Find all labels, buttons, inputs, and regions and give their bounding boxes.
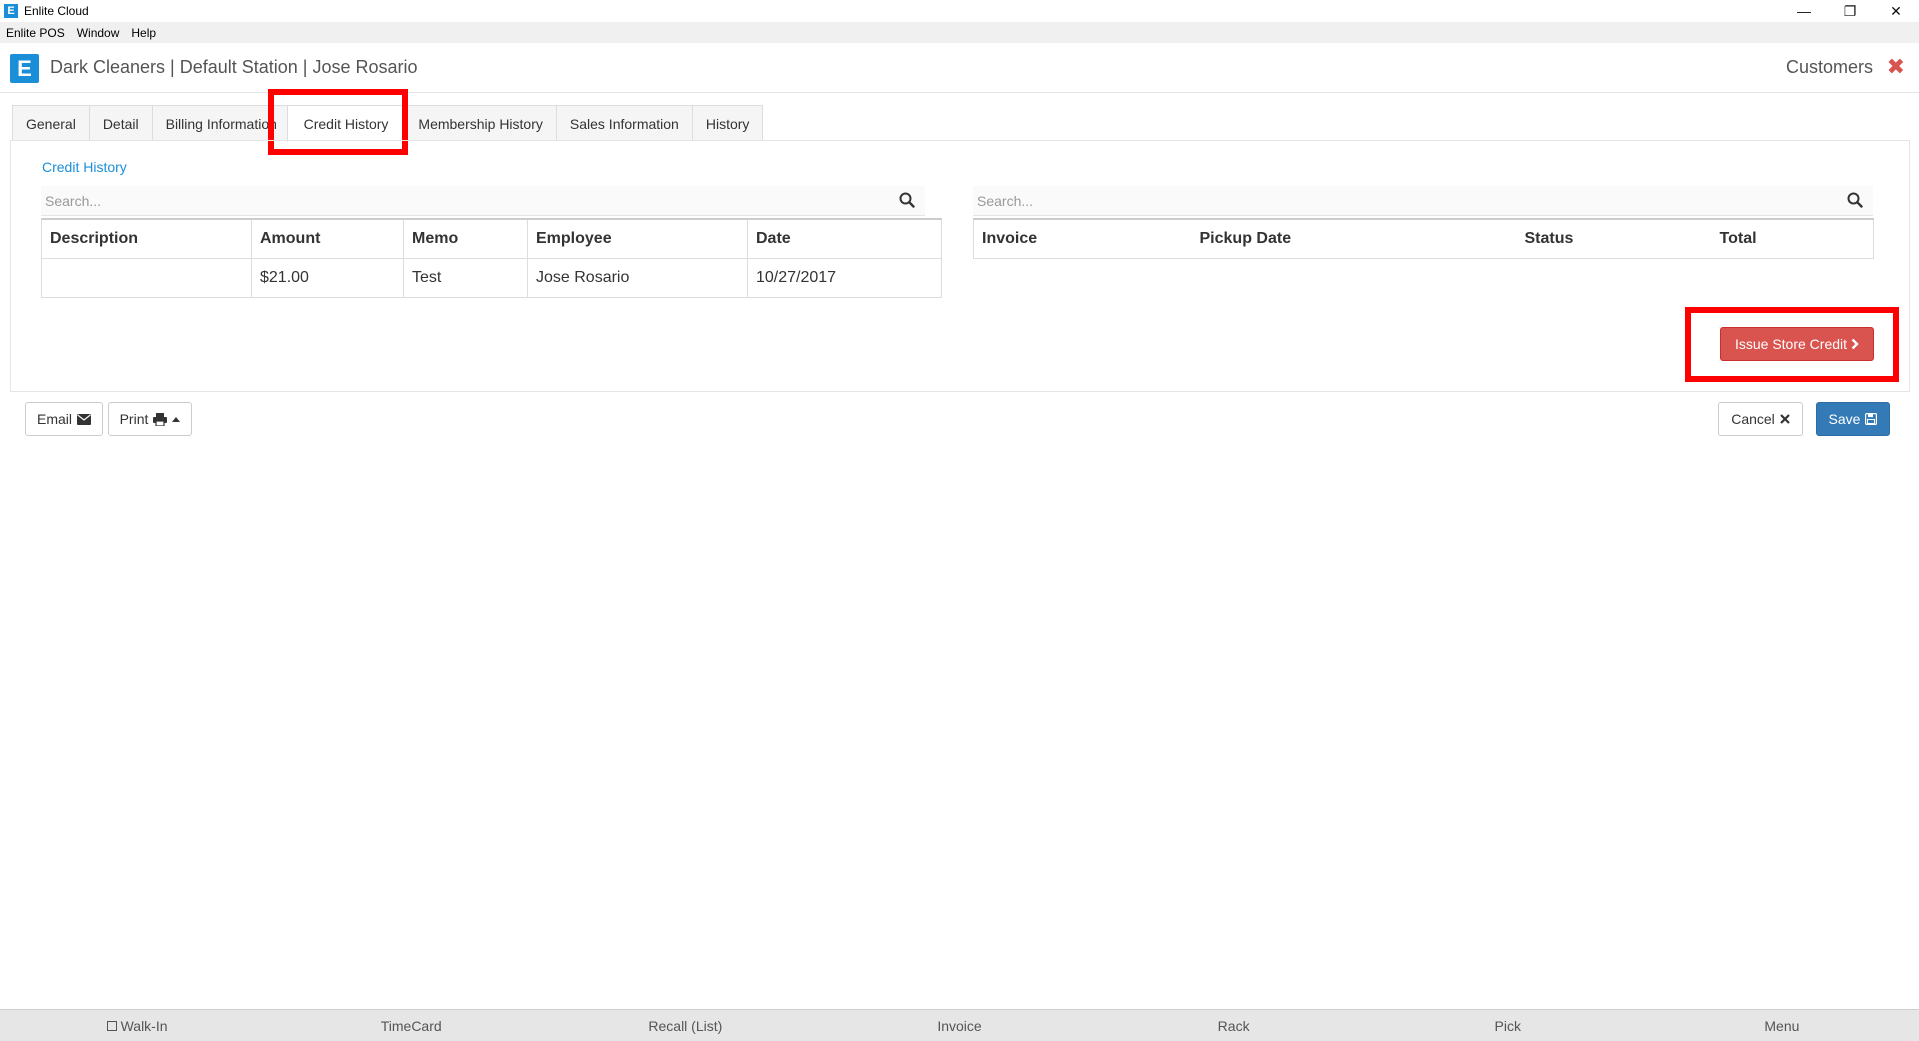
tab-history[interactable]: History	[691, 105, 764, 141]
table-cell	[41, 257, 252, 298]
column-header[interactable]: Memo	[403, 218, 528, 259]
print-button[interactable]: Print	[108, 402, 192, 436]
nav-timecard[interactable]: TimeCard	[274, 1010, 548, 1041]
window-titlebar: E Enlite Cloud — ❐ ✕	[0, 0, 1919, 22]
nav-invoice[interactable]: Invoice	[822, 1010, 1096, 1041]
menu-window[interactable]: Window	[71, 26, 126, 40]
nav-walk-in[interactable]: Walk-In	[0, 1010, 274, 1041]
module-title: Customers	[1785, 57, 1873, 77]
search-icon[interactable]	[1847, 192, 1863, 208]
nav-menu[interactable]: Menu	[1645, 1010, 1919, 1041]
tab-detail[interactable]: Detail	[88, 105, 153, 141]
credit-history-link[interactable]: Credit History	[42, 159, 127, 175]
floppy-disk-icon	[1865, 413, 1878, 425]
nav-recall-list[interactable]: Recall (List)	[548, 1010, 822, 1041]
column-header[interactable]: Status	[1516, 218, 1712, 259]
app-icon: E	[4, 4, 18, 18]
column-header[interactable]: Pickup Date	[1191, 218, 1517, 259]
table-cell: $21.00	[251, 257, 404, 298]
envelope-icon	[77, 413, 91, 425]
print-label: Print	[119, 411, 149, 427]
email-button[interactable]: Email	[25, 402, 103, 436]
minimize-button[interactable]: —	[1781, 0, 1827, 22]
menu-help[interactable]: Help	[125, 26, 162, 40]
menubar: Enlite POS Window Help	[0, 22, 1919, 43]
email-label: Email	[36, 411, 72, 427]
invoices-search-input[interactable]: Search...	[977, 193, 1033, 209]
close-icon[interactable]: ✖	[1887, 54, 1905, 80]
table-cell: Jose Rosario	[527, 257, 748, 298]
tab-bar: General Detail Billing Information Credi…	[12, 105, 764, 142]
tab-general[interactable]: General	[12, 105, 90, 141]
logo: E	[10, 54, 39, 83]
menu-enlite-pos[interactable]: Enlite POS	[0, 26, 71, 40]
save-label: Save	[1828, 411, 1861, 427]
tab-credit-history[interactable]: Credit History	[286, 105, 406, 142]
save-button[interactable]: Save	[1816, 402, 1890, 436]
checkbox-icon	[106, 1020, 117, 1031]
close-icon	[1780, 414, 1790, 424]
issue-store-credit-label: Issue Store Credit	[1734, 336, 1848, 352]
page-title: Dark Cleaners | Default Station | Jose R…	[50, 57, 418, 77]
bottom-nav: Walk-In TimeCard Recall (List) Invoice R…	[0, 1009, 1919, 1041]
tab-sales-information[interactable]: Sales Information	[555, 105, 693, 141]
credits-search[interactable]: Search...	[41, 186, 925, 216]
cancel-label: Cancel	[1731, 411, 1775, 427]
invoices-search[interactable]: Search...	[973, 186, 1873, 216]
credits-table: Description Amount Memo Employee Date $2…	[41, 218, 942, 298]
column-header[interactable]: Date	[747, 218, 942, 259]
page-header: E Dark Cleaners | Default Station | Jose…	[0, 43, 1919, 93]
column-header[interactable]: Amount	[251, 218, 404, 259]
nav-pick[interactable]: Pick	[1371, 1010, 1645, 1041]
table-header-row: Invoice Pickup Date Status Total	[973, 218, 1874, 259]
nav-rack[interactable]: Rack	[1097, 1010, 1371, 1041]
window-title: Enlite Cloud	[24, 4, 89, 18]
tab-membership-history[interactable]: Membership History	[404, 105, 557, 141]
table-cell: 10/27/2017	[747, 257, 942, 298]
cancel-button[interactable]: Cancel	[1718, 402, 1803, 436]
table-header-row: Description Amount Memo Employee Date	[41, 218, 942, 259]
credits-search-input[interactable]: Search...	[45, 193, 101, 209]
table-row[interactable]: $21.00 Test Jose Rosario 10/27/2017	[41, 257, 942, 298]
column-header[interactable]: Employee	[527, 218, 748, 259]
close-window-button[interactable]: ✕	[1873, 0, 1919, 22]
chevron-right-icon	[1851, 338, 1859, 350]
invoices-table: Invoice Pickup Date Status Total	[973, 218, 1874, 259]
tab-billing-information[interactable]: Billing Information	[151, 105, 288, 141]
column-header[interactable]: Total	[1711, 218, 1874, 259]
restore-button[interactable]: ❐	[1827, 0, 1873, 22]
column-header[interactable]: Description	[41, 218, 252, 259]
nav-walk-in-label: Walk-In	[120, 1017, 168, 1034]
column-header[interactable]: Invoice	[973, 218, 1192, 259]
caret-up-icon	[172, 416, 181, 422]
window-controls: — ❐ ✕	[1781, 0, 1919, 22]
search-icon[interactable]	[899, 192, 915, 208]
table-cell: Test	[403, 257, 528, 298]
issue-store-credit-button[interactable]: Issue Store Credit	[1720, 327, 1874, 361]
printer-icon	[153, 412, 168, 426]
